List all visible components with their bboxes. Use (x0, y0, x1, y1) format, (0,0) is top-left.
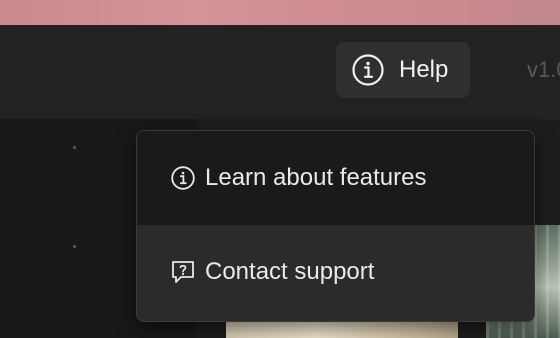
info-circle-icon (170, 165, 196, 191)
question-bubble-icon (170, 259, 196, 285)
help-button-label: Help (399, 56, 449, 83)
panel-dot (73, 245, 76, 248)
version-label: v1.0 (527, 57, 560, 82)
info-circle-icon (351, 53, 385, 87)
menu-item-contact-support[interactable]: Contact support (137, 225, 534, 319)
menu-item-label: Learn about features (205, 164, 427, 191)
help-button[interactable]: Help (336, 42, 470, 98)
menu-item-label: Contact support (205, 258, 375, 285)
app-window: Help v1.0 Learn about features (0, 0, 560, 338)
menu-item-learn-about-features[interactable]: Learn about features (137, 131, 534, 225)
top-header-bar: Help v1.0 (0, 25, 560, 119)
panel-dot (73, 146, 76, 149)
help-dropdown-menu: Learn about features Contact support (136, 130, 535, 322)
desktop-background-strip (0, 0, 560, 25)
